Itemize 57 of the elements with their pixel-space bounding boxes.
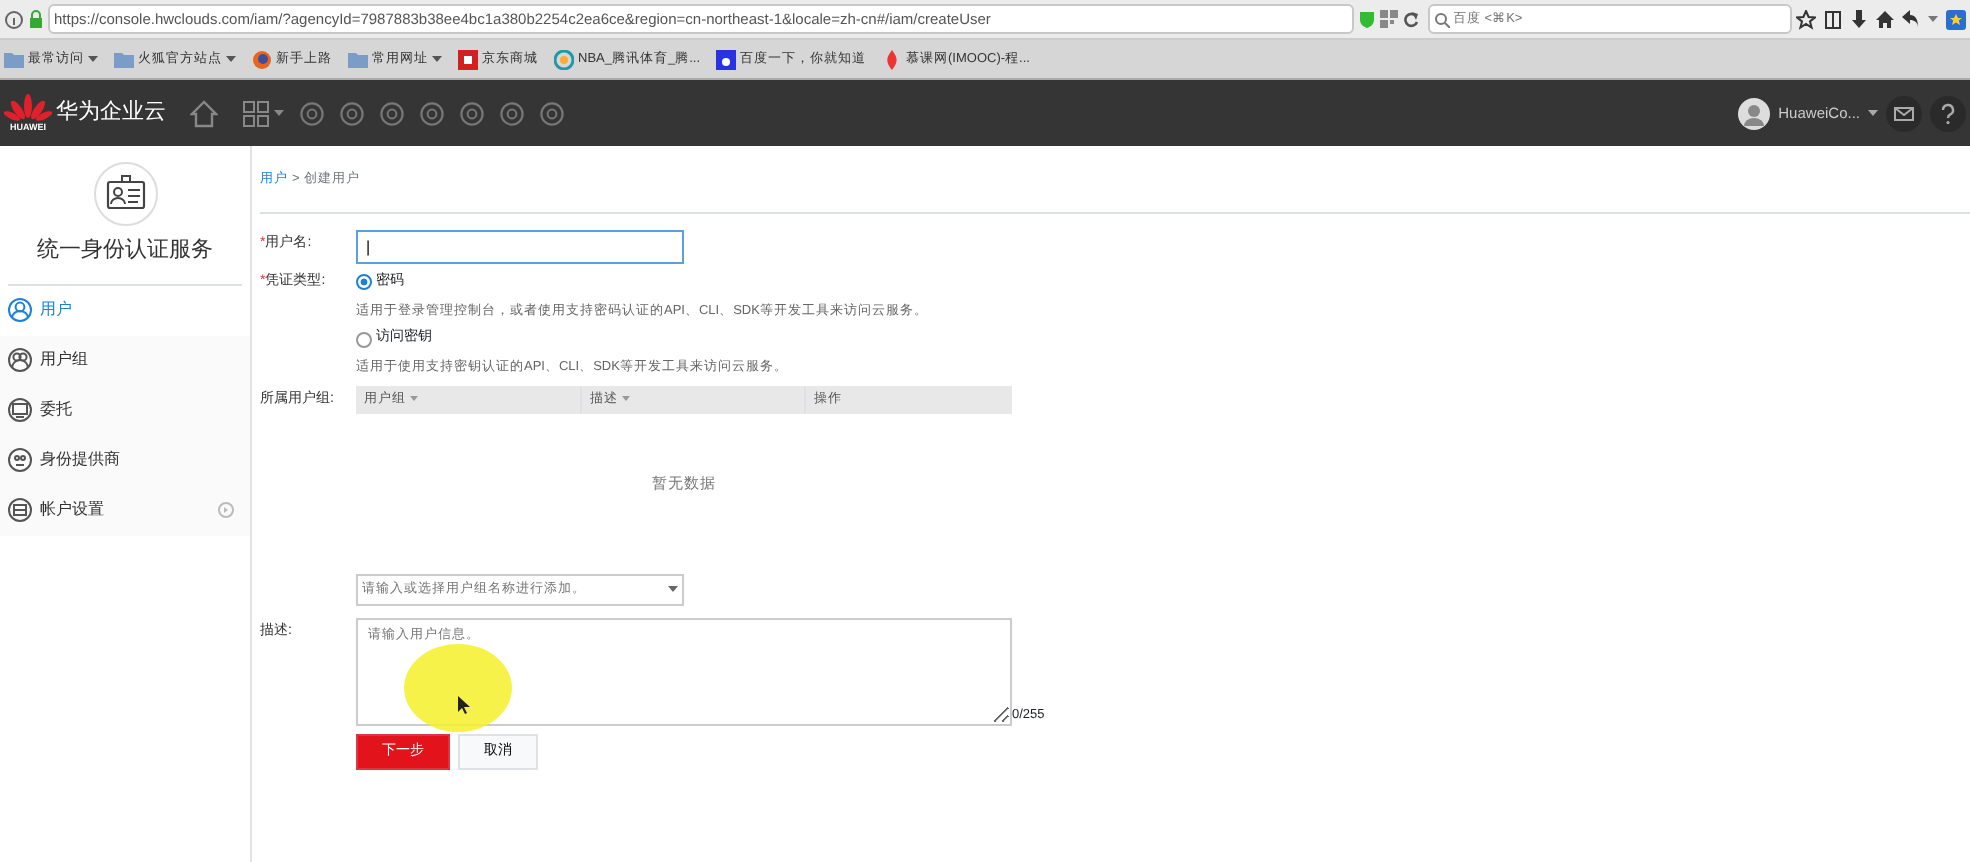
people-icon (8, 348, 32, 372)
service-icon[interactable] (500, 101, 524, 125)
reading-list-icon[interactable] (1824, 9, 1842, 29)
folder-icon (114, 49, 134, 69)
service-title: 统一身份认证服务 (37, 235, 213, 266)
star-icon[interactable] (1796, 9, 1816, 29)
brand-title: 华为企业云 (56, 98, 166, 129)
caret-icon (432, 56, 442, 62)
square-logo-icon (716, 49, 737, 69)
monitor-icon (8, 398, 32, 422)
folder-icon (348, 49, 368, 69)
square-logo-icon (458, 49, 478, 69)
mail-icon[interactable] (1886, 95, 1922, 131)
caret-icon (668, 586, 678, 593)
sidebar-item[interactable]: 帐户设置 (0, 485, 250, 535)
card-icon (8, 498, 32, 522)
service-icon[interactable] (340, 101, 364, 125)
service-icon[interactable] (460, 101, 484, 125)
caret-icon (226, 56, 236, 62)
caret-icon (622, 396, 630, 402)
id-card-icon (93, 162, 157, 226)
caret-icon (88, 56, 98, 62)
search-icon (1433, 11, 1449, 27)
flame-icon (882, 49, 903, 69)
caret-icon (410, 396, 418, 402)
caret-icon[interactable] (274, 110, 284, 116)
sidebar-item[interactable]: 身份提供商 (0, 435, 250, 485)
service-icon[interactable] (420, 101, 444, 125)
reload-icon[interactable] (1401, 10, 1419, 28)
sidebar-item[interactable]: 委托 (0, 385, 250, 435)
petal-logo-icon (4, 92, 52, 125)
cursor-icon (458, 696, 470, 714)
ring-logo-icon (554, 49, 574, 69)
service-icon[interactable] (540, 101, 564, 125)
caret-icon[interactable] (1928, 16, 1938, 22)
username-field[interactable]: | (356, 230, 684, 264)
download-icon[interactable] (1850, 9, 1868, 29)
service-icon[interactable] (380, 101, 404, 125)
person-icon (8, 298, 32, 322)
radio-button[interactable] (356, 274, 372, 291)
caret-icon[interactable] (1868, 110, 1878, 116)
folder-icon (4, 49, 24, 69)
face-icon (8, 448, 32, 472)
info-icon[interactable] (4, 9, 24, 29)
service-icon[interactable] (300, 101, 324, 125)
help-icon[interactable] (1930, 95, 1966, 131)
avatar-icon[interactable] (1738, 97, 1771, 129)
lock-icon (28, 9, 44, 29)
radio-button[interactable] (356, 331, 372, 347)
qr-code-icon[interactable] (1379, 10, 1397, 28)
globe-icon (252, 49, 272, 69)
grid-menu-icon[interactable] (242, 99, 270, 127)
home-icon[interactable] (1876, 9, 1894, 29)
sidebar-item[interactable]: 用户组 (0, 335, 250, 385)
shield-icon[interactable] (1357, 9, 1375, 29)
back-arrow-icon[interactable] (1902, 9, 1920, 29)
extension-icon[interactable] (1946, 9, 1966, 29)
